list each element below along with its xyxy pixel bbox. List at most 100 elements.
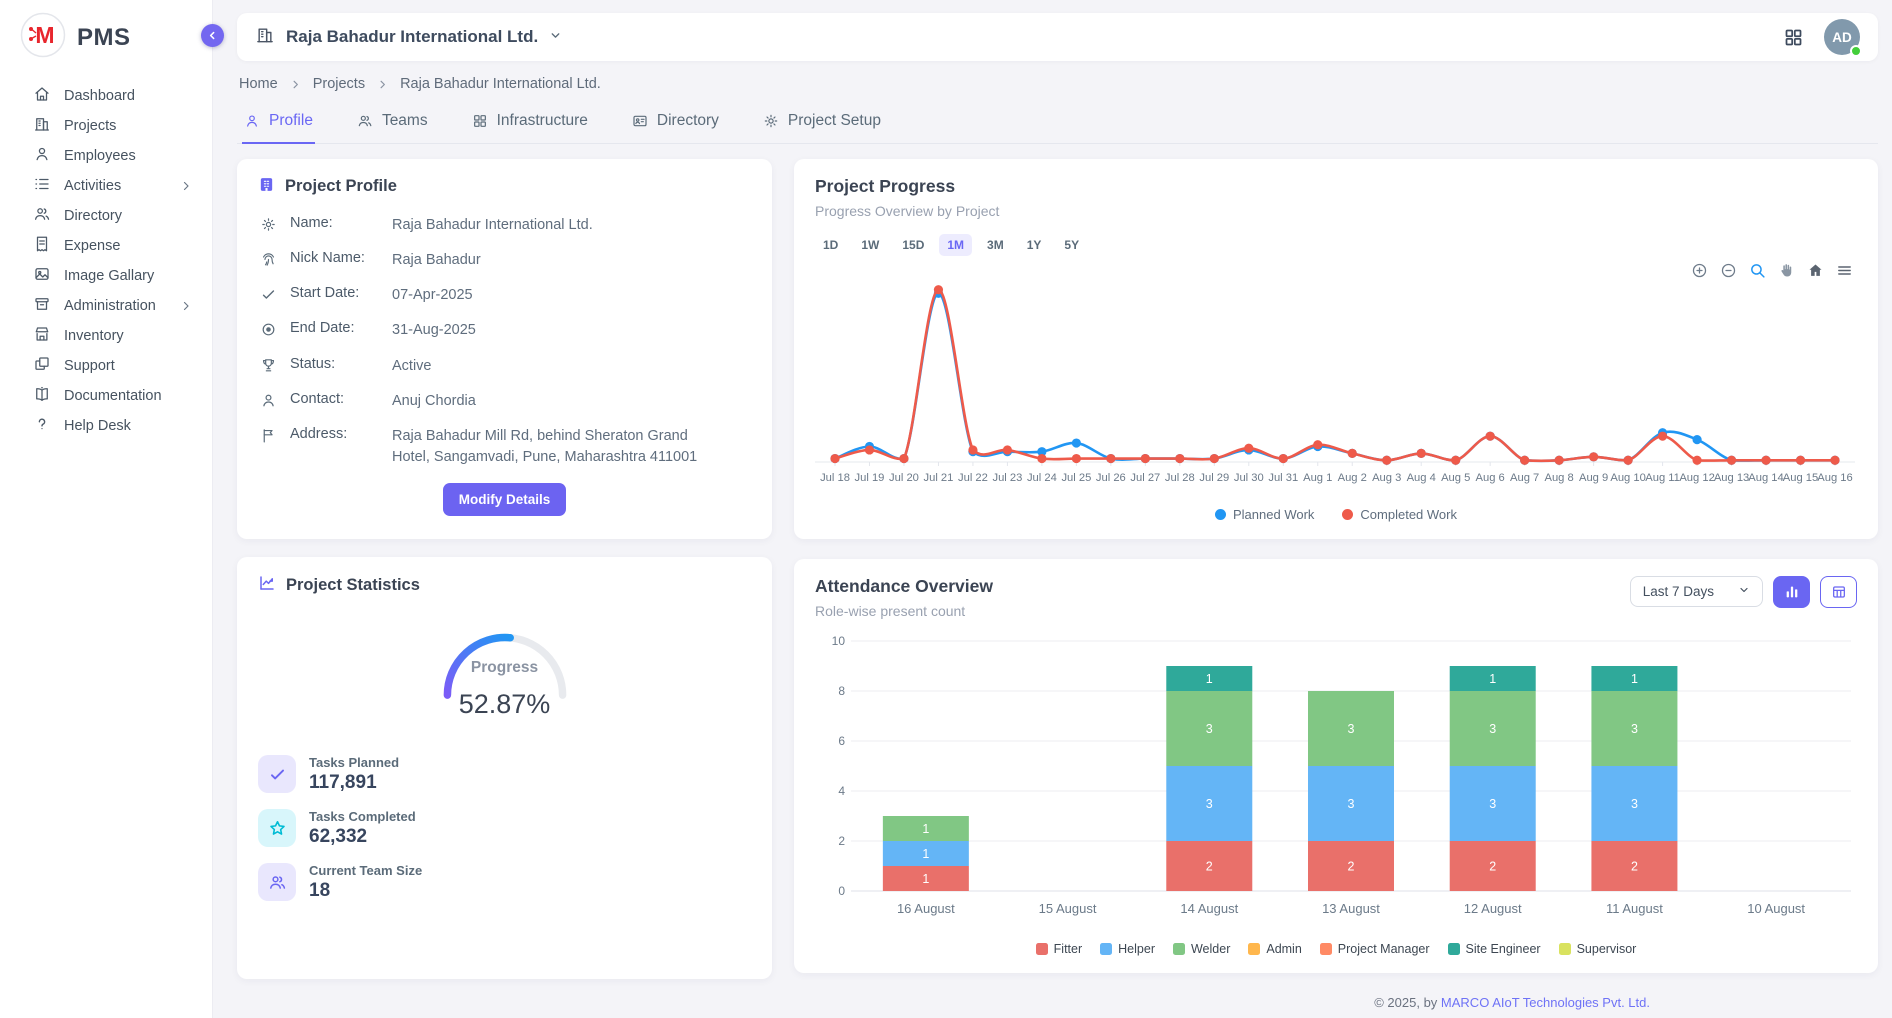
chevron-right-icon (180, 180, 192, 192)
range-1m[interactable]: 1M (939, 234, 972, 256)
zoom-in-icon[interactable] (1691, 262, 1708, 279)
legend-item[interactable]: Completed Work (1342, 507, 1457, 522)
svg-text:1: 1 (1206, 672, 1213, 686)
card-subtitle: Role-wise present count (815, 603, 993, 619)
svg-text:Jul 26: Jul 26 (1096, 472, 1126, 484)
person-icon (258, 391, 278, 409)
apps-grid-icon[interactable] (1783, 27, 1804, 48)
sidebar-item-dashboard[interactable]: Dashboard (0, 81, 212, 111)
content-grid: Project Profile Name: Raja Bahadur Inter… (237, 159, 1878, 979)
legend-item[interactable]: Site Engineer (1448, 942, 1541, 956)
profile-fields: Name: Raja Bahadur International Ltd. Ni… (258, 215, 751, 467)
svg-text:Aug 14: Aug 14 (1748, 472, 1783, 484)
legend-item[interactable]: Helper (1100, 942, 1155, 956)
app-root: M PMS Dashboard Projects Employees (0, 0, 1892, 1018)
bar-chart-icon (1784, 584, 1800, 600)
svg-text:8: 8 (838, 684, 845, 698)
avatar[interactable]: AD (1824, 19, 1860, 55)
svg-text:Jul 19: Jul 19 (855, 472, 885, 484)
sidebar-item-employees[interactable]: Employees (0, 141, 212, 171)
legend-item[interactable]: Planned Work (1215, 507, 1314, 522)
date-range-select[interactable]: Last 7 Days (1630, 576, 1763, 607)
sidebar-item-activities[interactable]: Activities (0, 171, 212, 201)
sidebar-item-inventory[interactable]: Inventory (0, 321, 212, 351)
range-3m[interactable]: 3M (979, 234, 1012, 256)
svg-text:Aug 10: Aug 10 (1610, 472, 1645, 484)
svg-text:2: 2 (1489, 859, 1496, 873)
person-icon (33, 145, 51, 167)
table-view-button[interactable] (1820, 576, 1857, 608)
svg-text:15 August: 15 August (1039, 901, 1097, 916)
bar-chart-view-button[interactable] (1773, 576, 1810, 608)
tab-infrastructure[interactable]: Infrastructure (470, 104, 590, 144)
line-chart[interactable]: Jul 18Jul 19Jul 20Jul 21Jul 22Jul 23Jul … (815, 260, 1855, 500)
zoom-out-icon[interactable] (1720, 262, 1737, 279)
sidebar-item-support[interactable]: Support (0, 351, 212, 381)
svg-text:2: 2 (1206, 859, 1213, 873)
svg-text:Aug 12: Aug 12 (1679, 472, 1714, 484)
legend-item[interactable]: Project Manager (1320, 942, 1430, 956)
stat-tasks-planned: Tasks Planned 117,891 (258, 755, 751, 794)
breadcrumb-projects[interactable]: Projects (313, 76, 365, 92)
book-icon (33, 385, 51, 407)
legend-item[interactable]: Supervisor (1559, 942, 1637, 956)
image-icon (33, 265, 51, 287)
receipt-icon (33, 235, 51, 257)
list-icon (33, 175, 51, 197)
topbar: Raja Bahadur International Ltd. AD (237, 13, 1878, 61)
people-icon (33, 205, 51, 227)
project-progress-header: Project Progress Progress Overview by Pr… (815, 176, 1857, 219)
sidebar-item-image-gallery[interactable]: Image Gallary (0, 261, 212, 291)
line-chart-legend: Planned Work Completed Work (815, 507, 1857, 522)
legend-swatch (1100, 943, 1112, 955)
tab-directory[interactable]: Directory (630, 104, 721, 144)
range-15d[interactable]: 15D (894, 234, 932, 256)
tab-profile[interactable]: Profile (242, 104, 315, 144)
range-selector: 1D 1W 15D 1M 3M 1Y 5Y (815, 234, 1857, 256)
range-5y[interactable]: 5Y (1056, 234, 1087, 256)
sidebar-item-directory[interactable]: Directory (0, 201, 212, 231)
sidebar-collapse-button[interactable] (201, 24, 224, 47)
pan-hand-icon[interactable] (1778, 262, 1795, 279)
statistics-list: Tasks Planned 117,891 Tasks Completed 62… (258, 755, 751, 962)
flag-icon (258, 426, 278, 444)
sidebar-item-help-desk[interactable]: Help Desk (0, 411, 212, 441)
svg-text:2: 2 (838, 834, 845, 848)
sidebar-item-projects[interactable]: Projects (0, 111, 212, 141)
tab-project-setup[interactable]: Project Setup (761, 104, 883, 144)
footer-company-link[interactable]: MARCO AIoT Technologies Pvt. Ltd. (1441, 995, 1650, 1010)
selection-zoom-icon[interactable] (1749, 262, 1766, 279)
svg-text:3: 3 (1348, 797, 1355, 811)
breadcrumb-home[interactable]: Home (239, 76, 278, 92)
reset-home-icon[interactable] (1807, 262, 1824, 279)
range-1y[interactable]: 1Y (1019, 234, 1050, 256)
legend-item[interactable]: Admin (1248, 942, 1301, 956)
tab-teams[interactable]: Teams (355, 104, 430, 144)
svg-text:2: 2 (1348, 859, 1355, 873)
svg-text:Jul 21: Jul 21 (924, 472, 954, 484)
card-title: Project Profile (285, 177, 397, 196)
menu-icon[interactable] (1836, 262, 1853, 279)
breadcrumb: Home Projects Raja Bahadur International… (239, 76, 1876, 92)
sidebar-item-administration[interactable]: Administration (0, 291, 212, 321)
gear-icon (258, 215, 278, 233)
sidebar-item-expense[interactable]: Expense (0, 231, 212, 261)
gauge-label: Progress (425, 659, 585, 677)
attendance-bar-chart[interactable]: 024681011116 August15 August233114 Augus… (815, 629, 1855, 929)
sidebar-item-documentation[interactable]: Documentation (0, 381, 212, 411)
modify-details-button[interactable]: Modify Details (443, 483, 567, 516)
range-1w[interactable]: 1W (853, 234, 887, 256)
sidebar: M PMS Dashboard Projects Employees (0, 0, 213, 1018)
attendance-controls: Last 7 Days (1630, 576, 1857, 608)
svg-text:3: 3 (1206, 722, 1213, 736)
legend-dot (1215, 509, 1226, 520)
legend-item[interactable]: Fitter (1036, 942, 1082, 956)
legend-item[interactable]: Welder (1173, 942, 1230, 956)
company-selector[interactable]: Raja Bahadur International Ltd. (255, 25, 562, 50)
check-icon (258, 285, 278, 303)
range-1d[interactable]: 1D (815, 234, 846, 256)
svg-text:Jul 18: Jul 18 (820, 472, 850, 484)
svg-text:M: M (35, 22, 54, 48)
topbar-actions: AD (1783, 19, 1860, 55)
svg-text:4: 4 (838, 784, 845, 798)
